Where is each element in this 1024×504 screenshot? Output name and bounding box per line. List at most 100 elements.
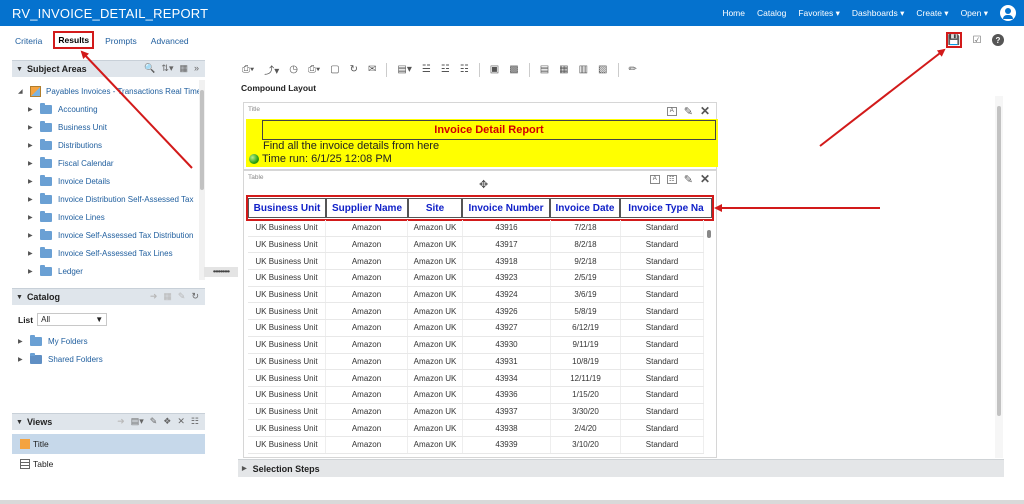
nav-open[interactable]: Open	[961, 8, 988, 19]
subject-areas-scrollbar[interactable]	[199, 80, 205, 280]
tab-advanced[interactable]: Advanced	[148, 34, 192, 49]
tree-item-invoice-sat-lines[interactable]: ▶ Invoice Self-Assessed Tax Lines	[18, 244, 203, 262]
expand-arrow-icon[interactable]: ▶	[242, 465, 247, 472]
expand-arrow-icon[interactable]: ▶	[28, 124, 40, 131]
nav-favorites[interactable]: Favorites	[798, 8, 840, 19]
content-scrollbar[interactable]	[995, 96, 1003, 458]
save-as-icon[interactable]: ☑	[970, 33, 984, 47]
scroll-thumb[interactable]	[707, 230, 711, 238]
static-text-icon[interactable]: ▧	[598, 64, 607, 75]
expand-panel-icon[interactable]: »	[194, 63, 199, 74]
tree-item-shared-folders[interactable]: ▶ Shared Folders	[18, 350, 203, 368]
close-icon[interactable]: ✕	[700, 104, 710, 118]
view-properties-tb-icon[interactable]: ☷	[460, 64, 469, 75]
tab-results[interactable]: Results	[53, 31, 95, 49]
expand-arrow-icon[interactable]: ▶	[28, 142, 40, 149]
expand-arrow-icon[interactable]: ▶	[28, 196, 40, 203]
selection-steps-bar[interactable]: ▶ Selection Steps	[238, 459, 1004, 477]
search-icon[interactable]: 🔍	[144, 63, 155, 74]
user-avatar-icon[interactable]	[1000, 5, 1016, 21]
print-options-icon[interactable]: ⎙▾	[308, 64, 320, 75]
new-view-icon[interactable]: ▤▾	[131, 416, 144, 427]
rename-view-icon[interactable]: ❖	[163, 416, 171, 427]
format-icon[interactable]: ▣	[490, 64, 499, 75]
column-header[interactable]: Invoice Date	[550, 198, 620, 218]
view-properties-icon[interactable]: ☷	[191, 416, 199, 427]
expand-arrow-icon[interactable]: ▶	[28, 232, 40, 239]
format-container-icon[interactable]: A	[649, 174, 660, 184]
expand-arrow-icon[interactable]: ▶	[28, 214, 40, 221]
layout-icon[interactable]: ▩	[509, 64, 518, 75]
tree-item-accounting[interactable]: ▶ Accounting	[18, 100, 203, 118]
refresh-results-icon[interactable]: ↻	[350, 64, 358, 75]
tab-prompts[interactable]: Prompts	[102, 34, 140, 49]
expand-arrow-icon[interactable]: ▶	[18, 338, 30, 345]
tree-item-my-folders[interactable]: ▶ My Folders	[18, 332, 203, 350]
tree-item-fiscal-calendar[interactable]: ▶ Fiscal Calendar	[18, 154, 203, 172]
tab-criteria[interactable]: Criteria	[12, 34, 45, 49]
nav-create[interactable]: Create	[916, 8, 948, 19]
expanded-arrow-icon[interactable]: ◢	[18, 88, 30, 95]
filters-icon[interactable]: ☱	[422, 64, 431, 75]
ticker-icon[interactable]: ▥	[579, 64, 588, 75]
edit-view-pencil-icon[interactable]: ✎	[684, 173, 693, 186]
expand-arrow-icon[interactable]: ▶	[28, 178, 40, 185]
add-to-criteria-icon[interactable]: ➜	[150, 291, 158, 302]
help-icon[interactable]: ?	[992, 34, 1004, 46]
collapse-triangle-icon[interactable]: ▼	[16, 66, 23, 73]
tree-item-distributions[interactable]: ▶ Distributions	[18, 136, 203, 154]
email-icon[interactable]: ✉	[368, 64, 376, 75]
sort-icon[interactable]: ⇅▾	[161, 63, 173, 74]
tree-item-invoice-distribution-sat[interactable]: ▶ Invoice Distribution Self-Assessed Tax	[18, 190, 203, 208]
expand-arrow-icon[interactable]: ▶	[28, 268, 40, 275]
collapse-triangle-icon[interactable]: ▼	[16, 419, 23, 426]
column-header[interactable]: Supplier Name	[326, 198, 408, 218]
compound-layout-icon[interactable]: ▤	[540, 64, 549, 75]
tree-root[interactable]: ◢ Payables Invoices - Transactions Real …	[18, 82, 203, 100]
scroll-thumb[interactable]	[997, 106, 1001, 416]
export-icon[interactable]: ⤴▾	[264, 62, 279, 77]
add-subject-area-icon[interactable]: ▦	[179, 63, 188, 74]
refresh-icon[interactable]: ↻	[191, 291, 199, 302]
save-icon[interactable]: 💾	[946, 32, 962, 48]
add-to-layout-icon[interactable]: ➜	[117, 416, 125, 427]
expand-arrow-icon[interactable]: ▶	[28, 106, 40, 113]
views-header[interactable]: ▼ Views ➜ ▤▾ ✎ ❖ ✕ ☷	[12, 413, 205, 430]
edit-layout-icon[interactable]: ✏	[629, 64, 637, 75]
view-item-title[interactable]: Title	[12, 434, 205, 454]
narrative-icon[interactable]: ▦	[559, 64, 568, 75]
delete-view-icon[interactable]: ✕	[177, 416, 185, 427]
view-item-table[interactable]: Table	[12, 454, 205, 474]
collapse-triangle-icon[interactable]: ▼	[16, 294, 23, 301]
panel-splitter-handle[interactable]: •••••••••	[204, 267, 238, 277]
schedule-icon[interactable]: ◷	[289, 64, 298, 75]
copy-icon[interactable]: ▦	[163, 291, 172, 302]
nav-catalog[interactable]: Catalog	[757, 8, 786, 18]
close-icon[interactable]: ✕	[700, 172, 710, 186]
column-header[interactable]: Business Unit	[248, 198, 326, 218]
tree-item-invoice-details[interactable]: ▶ Invoice Details	[18, 172, 203, 190]
selection-steps-icon[interactable]: ☳	[441, 64, 450, 75]
table-properties-icon[interactable]: ☷	[666, 174, 677, 184]
expand-arrow-icon[interactable]: ▶	[18, 356, 30, 363]
print-icon[interactable]: ⎙▾	[242, 64, 254, 75]
scroll-thumb[interactable]	[200, 90, 204, 190]
column-header[interactable]: Invoice Type Na	[620, 198, 712, 218]
expand-arrow-icon[interactable]: ▶	[28, 160, 40, 167]
list-select[interactable]: All ▼	[37, 313, 108, 326]
edit-view-pencil-icon[interactable]: ✎	[684, 105, 693, 118]
catalog-header[interactable]: ▼ Catalog ➜ ▦ ✎ ↻	[12, 288, 205, 305]
tree-item-invoice-sat-distribution[interactable]: ▶ Invoice Self-Assessed Tax Distribution	[18, 226, 203, 244]
tree-item-ledger[interactable]: ▶ Ledger	[18, 262, 203, 280]
nav-dashboards[interactable]: Dashboards	[852, 8, 904, 19]
column-header[interactable]: Invoice Number	[462, 198, 550, 218]
tree-item-invoice-lines[interactable]: ▶ Invoice Lines	[18, 208, 203, 226]
tree-item-business-unit[interactable]: ▶ Business Unit	[18, 118, 203, 136]
move-drag-icon[interactable]: ✥	[479, 178, 488, 191]
column-header[interactable]: Site	[408, 198, 462, 218]
expand-arrow-icon[interactable]: ▶	[28, 250, 40, 257]
subject-areas-header[interactable]: ▼ Subject Areas 🔍 ⇅▾ ▦ »	[12, 60, 205, 77]
edit-view-icon[interactable]: ✎	[150, 416, 158, 427]
nav-home[interactable]: Home	[722, 8, 745, 18]
new-view-chart-icon[interactable]: ▤▾	[397, 64, 411, 75]
